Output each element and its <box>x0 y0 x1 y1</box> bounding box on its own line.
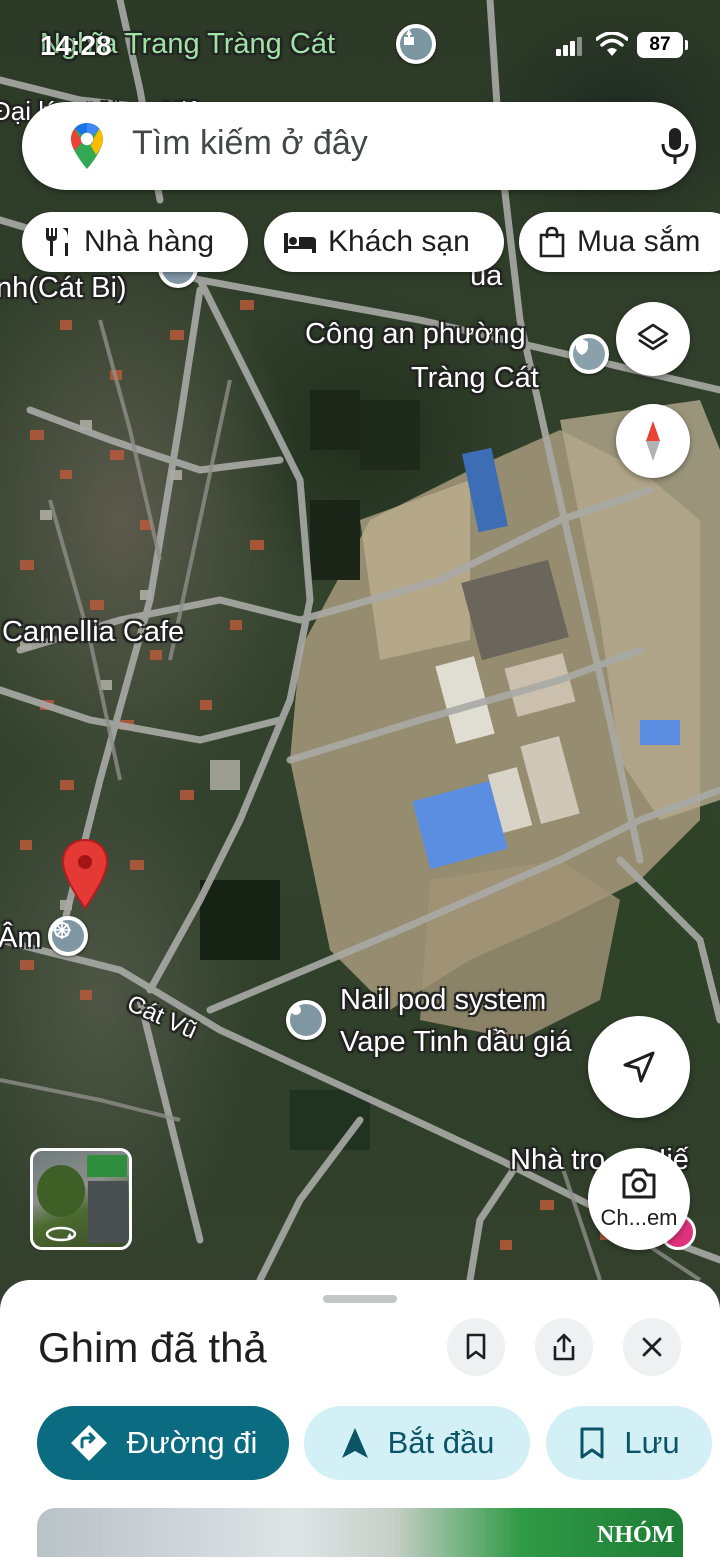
place-preview-photo[interactable]: NHÓM <box>37 1508 683 1557</box>
fork-knife-icon <box>46 228 68 256</box>
start-label: Bắt đầu <box>387 1425 495 1460</box>
map-label-shop-line1[interactable]: Nail pod system <box>340 984 546 1017</box>
navigation-arrow-icon <box>623 1051 655 1083</box>
street-view-building <box>88 1181 128 1243</box>
chip-restaurants[interactable]: Nhà hàng <box>22 212 248 272</box>
bed-icon <box>284 233 316 253</box>
directions-icon <box>70 1425 107 1461</box>
camera-icon <box>622 1168 656 1199</box>
wifi-icon <box>596 32 628 56</box>
sheet-title: Ghim đã thả <box>38 1324 267 1371</box>
chip-hotels[interactable]: Khách sạn <box>264 212 504 272</box>
directions-button[interactable]: Đường đi <box>37 1406 289 1480</box>
save-bookmark-icon <box>580 1427 604 1459</box>
layers-icon <box>637 323 669 351</box>
signal-icon <box>556 37 582 56</box>
chip-hotels-label: Khách sạn <box>328 225 470 258</box>
street-view-sign <box>87 1155 127 1177</box>
close-button[interactable] <box>623 1318 681 1376</box>
save-button[interactable]: Lưu <box>546 1406 712 1480</box>
start-navigation-button[interactable]: Bắt đầu <box>304 1406 530 1480</box>
directions-label: Đường đi <box>126 1425 258 1460</box>
share-button[interactable] <box>535 1318 593 1376</box>
google-maps-logo-icon <box>71 123 103 169</box>
map-label-left-partial[interactable]: Âm <box>0 922 42 955</box>
compass-icon <box>646 421 660 461</box>
navigation-icon <box>341 1428 368 1458</box>
battery-nub <box>685 40 688 50</box>
map-label-police-line2[interactable]: Tràng Cát <box>411 362 539 395</box>
search-input[interactable]: Tìm kiếm ở đây <box>132 124 368 163</box>
map-label-cafe[interactable]: Camellia Cafe <box>2 616 184 649</box>
battery-indicator: 87 <box>637 32 683 58</box>
chip-restaurants-label: Nhà hàng <box>84 225 215 258</box>
chip-shopping[interactable]: Mua sắm <box>519 212 720 272</box>
microphone-icon[interactable] <box>658 126 692 166</box>
map-label-shop-line2[interactable]: Vape Tinh dầu giá <box>340 1026 572 1059</box>
place-bottom-sheet[interactable]: Ghim đã thả Đường đi Bắt đầu Lưu NHÓM <box>0 1280 720 1557</box>
chip-shopping-label: Mua sắm <box>577 225 701 258</box>
street-view-thumbnail[interactable] <box>30 1148 132 1250</box>
map-label-airport[interactable]: nh(Cát Bi) <box>0 272 127 305</box>
compass-button[interactable] <box>616 404 690 478</box>
close-icon <box>642 1337 662 1357</box>
shop-poi-icon[interactable] <box>286 1000 326 1040</box>
street-view-tree <box>37 1165 85 1217</box>
bookmark-button[interactable] <box>447 1318 505 1376</box>
camera-search-button[interactable]: Ch...em <box>588 1148 690 1250</box>
bookmark-icon <box>466 1333 486 1360</box>
shopping-bag-icon <box>539 226 565 258</box>
layers-button[interactable] <box>616 302 690 376</box>
my-location-button[interactable] <box>588 1016 690 1118</box>
search-bar[interactable]: Tìm kiếm ở đây <box>22 102 696 190</box>
map-label-police-line1[interactable]: Công an phường <box>305 318 526 351</box>
drag-handle[interactable] <box>323 1295 397 1303</box>
status-time: 14:28 <box>40 30 112 61</box>
rotate-360-icon <box>45 1226 77 1242</box>
preview-photo-sign-text: NHÓM <box>597 1522 675 1548</box>
status-bar: 14:28 87 <box>0 22 720 72</box>
save-label: Lưu <box>624 1425 680 1460</box>
share-icon <box>553 1333 575 1361</box>
police-poi-icon[interactable] <box>569 334 609 374</box>
camera-search-label: Ch...em <box>600 1205 678 1230</box>
place-poi-icon[interactable] <box>48 916 88 956</box>
